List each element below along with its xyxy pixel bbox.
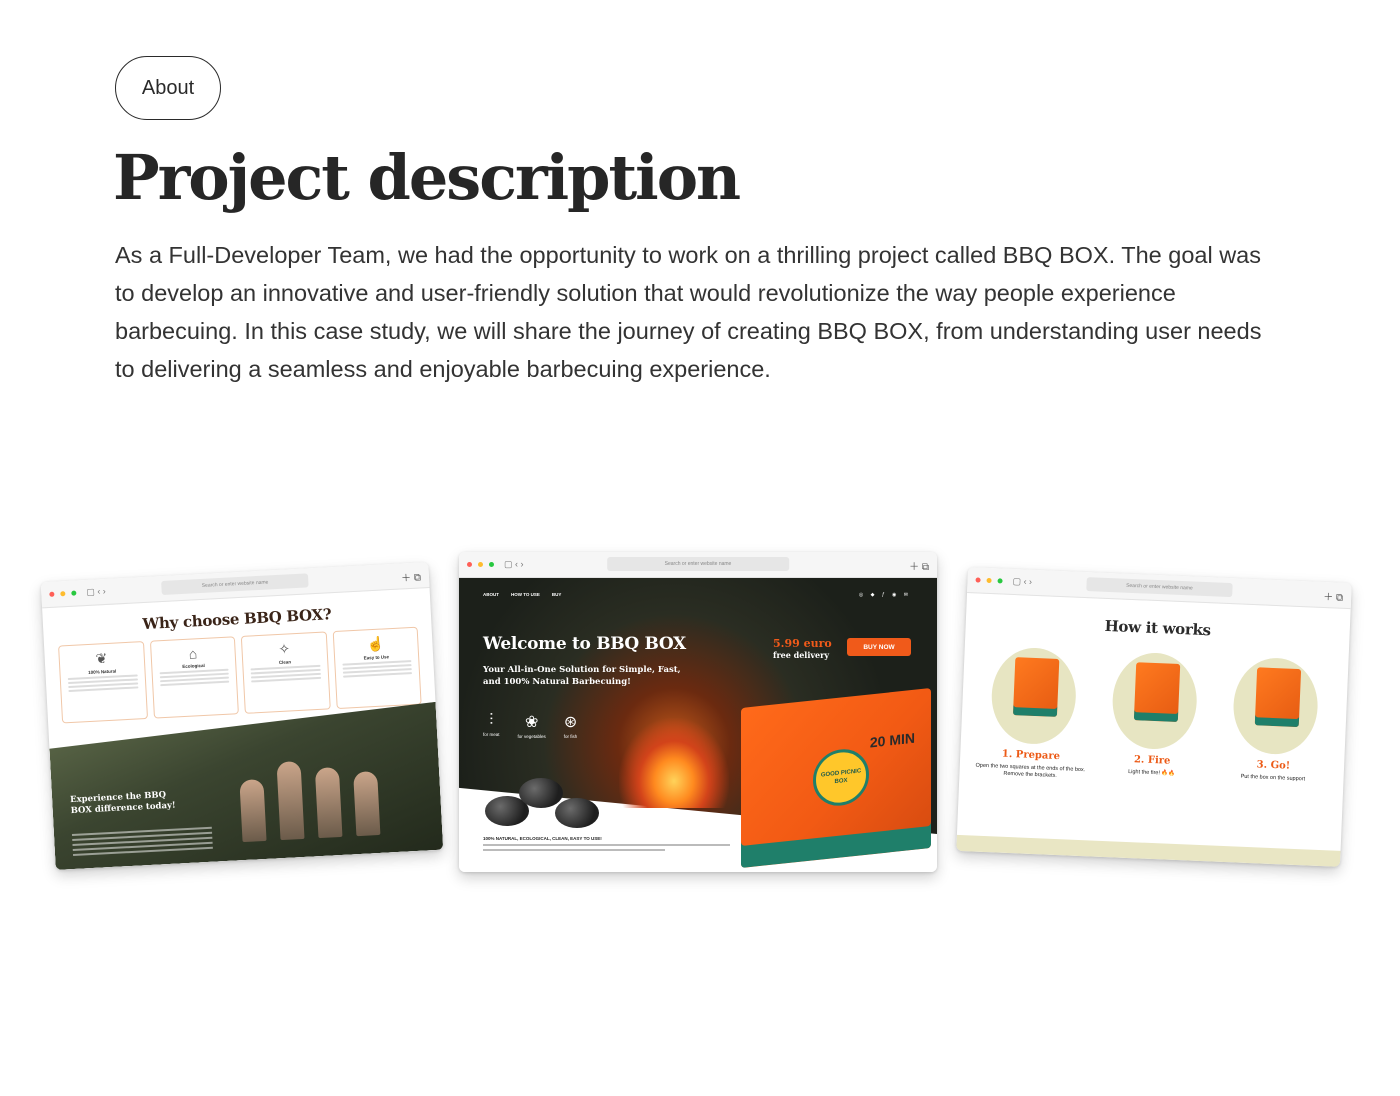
screenshot-welcome: ▢ ‹ › Search or enter website name ＋ ⧉ A… <box>459 552 937 872</box>
delivery-note: free delivery <box>773 650 829 660</box>
step-image <box>989 646 1078 746</box>
bbq-box-product: GOOD PICNIC BOX 20 MIN <box>741 688 931 868</box>
toolbar-actions-icon: ＋ ⧉ <box>909 562 929 573</box>
feature-card: ⌂ Ecological <box>149 636 239 719</box>
vegetables-icon: ❀ <box>524 714 539 731</box>
sparkle-icon: ✧ <box>277 640 291 657</box>
url-bar: Search or enter website name <box>1086 577 1233 598</box>
browser-toolbar: ▢ ‹ › Search or enter website name ＋ ⧉ <box>40 562 430 609</box>
step-description: Light the fire! 🔥🔥 <box>1128 768 1176 777</box>
step-description: Put the box on the support <box>1240 773 1306 783</box>
hero-title: Welcome to BBQ BOX <box>483 634 686 654</box>
step-name: 1. Prepare <box>1001 748 1061 763</box>
hero-footer-text: 100% NATURAL, ECOLOGICAL, CLEAN, EASY TO… <box>483 836 743 854</box>
browser-toolbar: ▢ ‹ › Search or enter website name ＋ ⧉ <box>459 552 937 578</box>
social-icons: ◎ ◆ ƒ ◉ ✉ <box>858 592 911 598</box>
browser-toolbar: ▢ ‹ › Search or enter website name ＋ ⧉ <box>967 567 1352 610</box>
about-tag-button[interactable]: About <box>115 56 221 120</box>
nav-how-to-use: HOW TO USE <box>511 592 540 597</box>
step-name: 2. Fire <box>1133 754 1171 767</box>
usage-label: for meat <box>483 732 500 737</box>
close-dot-icon <box>49 591 55 597</box>
experience-text <box>72 824 213 859</box>
minimize-dot-icon <box>986 577 992 584</box>
maximize-dot-icon <box>71 590 77 596</box>
maximize-dot-icon <box>489 562 494 567</box>
hand-icon: ☝ <box>366 635 385 653</box>
step-description: Open the two squares at the ends of the … <box>975 762 1086 779</box>
step-item: 1. Prepare Open the two squares at the e… <box>975 646 1090 781</box>
hero-subtitle: Your All-in-One Solution for Simple, Fas… <box>483 665 681 687</box>
price: 5.99 euro <box>773 637 832 650</box>
usage-item: ⫶ for meat <box>483 712 500 739</box>
feature-card: ☝ Easy to Use <box>332 626 422 710</box>
buy-now-button: BUY NOW <box>847 638 911 656</box>
toolbar-actions-icon: ＋ ⧉ <box>400 572 422 585</box>
sidebar-icon: ▢ ‹ › <box>504 559 524 569</box>
footer-tagline: 100% NATURAL, ECOLOGICAL, CLEAN, EASY TO… <box>483 836 602 841</box>
charcoal-briquettes <box>485 774 615 834</box>
close-dot-icon <box>467 562 472 567</box>
minimize-dot-icon <box>478 562 483 567</box>
skewer-icon: ⫶ <box>489 712 494 729</box>
fire-glow <box>619 718 729 808</box>
maximize-dot-icon <box>997 578 1003 584</box>
leaf-icon: ❦ <box>95 649 108 667</box>
close-dot-icon <box>975 577 981 583</box>
sidebar-icon: ▢ ‹ › <box>86 585 107 597</box>
screenshot-why-choose: ▢ ‹ › Search or enter website name ＋ ⧉ W… <box>40 562 444 870</box>
step-item: 2. Fire Light the fire! 🔥🔥 <box>1096 651 1211 786</box>
step-image <box>1110 651 1199 751</box>
feature-card: ❦ 100% Natural <box>58 641 148 724</box>
toolbar-actions-icon: ＋ ⧉ <box>1323 591 1344 604</box>
nav-about: ABOUT <box>483 592 499 597</box>
box-time: 20 MIN <box>869 729 915 751</box>
usage-item: ⊛ for fish <box>564 712 578 739</box>
footer-band <box>956 834 1341 867</box>
project-description: As a Full-Developer Team, we had the opp… <box>115 242 1262 382</box>
step-image <box>1231 656 1320 756</box>
steps: 1. Prepare Open the two squares at the e… <box>959 629 1349 792</box>
usage-label: for fish <box>563 734 578 739</box>
step-name: 3. Go! <box>1256 759 1291 772</box>
house-icon: ⌂ <box>188 645 198 662</box>
people-photo <box>228 744 402 843</box>
page-title: Project description <box>113 141 741 214</box>
site-nav: ABOUT HOW TO USE BUY <box>483 592 561 597</box>
fish-icon: ⊛ <box>563 714 578 731</box>
minimize-dot-icon <box>60 591 66 597</box>
usage-label: for vegetables <box>517 734 546 739</box>
forest-photo: Experience the BBQ BOX difference today! <box>48 702 443 870</box>
hero-section: ABOUT HOW TO USE BUY ◎ ◆ ƒ ◉ ✉ Welcome t… <box>459 578 937 872</box>
experience-title: Experience the BBQ BOX difference today! <box>69 790 176 817</box>
nav-buy: BUY <box>551 592 562 597</box>
step-item: 3. Go! Put the box on the support <box>1217 656 1332 791</box>
box-logo: GOOD PICNIC BOX <box>813 746 869 809</box>
sidebar-icon: ▢ ‹ › <box>1012 575 1033 587</box>
usage-icons: ⫶ for meat ❀ for vegetables ⊛ for fish <box>483 712 577 739</box>
usage-item: ❀ for vegetables <box>518 712 546 739</box>
url-bar: Search or enter website name <box>161 573 310 596</box>
url-bar: Search or enter website name <box>607 557 789 571</box>
screenshot-how-it-works: ▢ ‹ › Search or enter website name ＋ ⧉ H… <box>956 567 1352 867</box>
feature-card: ✧ Clean <box>240 631 331 714</box>
